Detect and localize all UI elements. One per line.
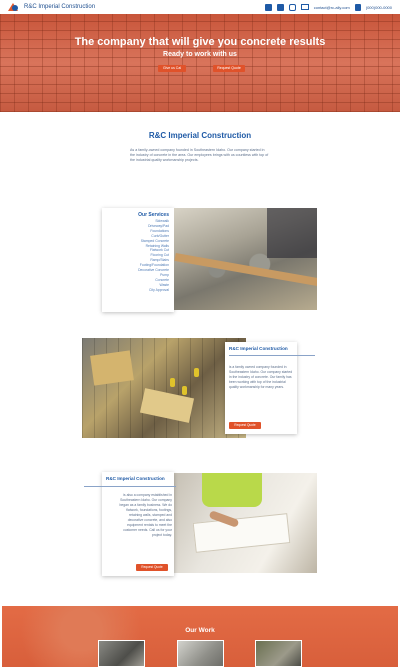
email-icon bbox=[300, 4, 309, 10]
blueprint-paper bbox=[192, 513, 291, 553]
worker-figure bbox=[182, 386, 187, 395]
about-card-1-title: R&C Imperial Construction bbox=[229, 346, 288, 351]
service-item[interactable]: Stamped Concrete bbox=[138, 239, 169, 244]
about-card-1: R&C Imperial Construction is a family ow… bbox=[225, 342, 315, 434]
brand-name[interactable]: R&C Imperial Construction bbox=[24, 4, 95, 10]
work-thumbnail[interactable] bbox=[98, 640, 145, 667]
company-logo-icon[interactable] bbox=[8, 2, 20, 12]
plywood-board bbox=[90, 350, 134, 386]
intro-title: R&C Imperial Construction bbox=[148, 131, 252, 140]
twitter-icon[interactable] bbox=[276, 3, 284, 11]
call-us-button[interactable]: Give us Cal bbox=[158, 65, 186, 72]
contact-bar: contact@rc-ally.com (000)000-0000 bbox=[264, 3, 392, 11]
worker-figure bbox=[194, 368, 199, 377]
wood-form-board bbox=[174, 253, 317, 287]
divider bbox=[229, 355, 315, 356]
request-quote-button[interactable]: Request Quote bbox=[229, 422, 261, 429]
worker-figure bbox=[170, 378, 175, 387]
about-card-2-text: is also a company established in Southea… bbox=[119, 493, 172, 537]
hero-request-quote-button[interactable]: Request Quote bbox=[213, 65, 245, 72]
intro-text: As a family-owned company founded in Sou… bbox=[130, 148, 269, 162]
hero-subtitle: Ready to work with us bbox=[163, 51, 237, 58]
email-link[interactable]: contact@rc-ally.com bbox=[314, 5, 350, 10]
services-title: Our Services bbox=[138, 212, 169, 218]
construction-site-photo bbox=[82, 338, 246, 438]
photo-shadow-area bbox=[267, 208, 317, 258]
about-card-1-text: is a family owned company founded in Sou… bbox=[229, 365, 293, 389]
concrete-pour-photo bbox=[174, 208, 317, 310]
phone-link[interactable]: (000)000-0000 bbox=[366, 5, 392, 10]
page: R&C Imperial Construction contact@rc-all… bbox=[0, 0, 400, 667]
request-quote-button[interactable]: Request Quote bbox=[136, 564, 168, 571]
divider bbox=[84, 486, 176, 487]
services-card: Our Services Sidewalk Driveway/Pad Found… bbox=[102, 208, 174, 312]
about-card-2-title: R&C Imperial Construction bbox=[106, 476, 165, 481]
our-work-title: Our Work bbox=[185, 627, 215, 634]
our-work-section: Our Work bbox=[2, 606, 398, 667]
services-list: Sidewalk Driveway/Pad Foundations Curb/G… bbox=[138, 219, 169, 293]
hero-banner: The company that will give you concrete … bbox=[0, 14, 400, 112]
safety-vest bbox=[202, 473, 262, 507]
facebook-icon[interactable] bbox=[264, 3, 272, 11]
top-bar: R&C Imperial Construction contact@rc-all… bbox=[0, 0, 400, 14]
about-card-2: R&C Imperial Construction is also a comp… bbox=[84, 472, 176, 576]
service-item[interactable]: City Approval bbox=[138, 288, 169, 293]
work-thumbnail[interactable] bbox=[255, 640, 302, 667]
instagram-icon[interactable] bbox=[288, 3, 296, 11]
hero-title: The company that will give you concrete … bbox=[74, 36, 326, 48]
work-thumbnail[interactable] bbox=[177, 640, 224, 667]
blueprint-review-photo bbox=[174, 473, 317, 573]
phone-icon bbox=[354, 3, 361, 11]
